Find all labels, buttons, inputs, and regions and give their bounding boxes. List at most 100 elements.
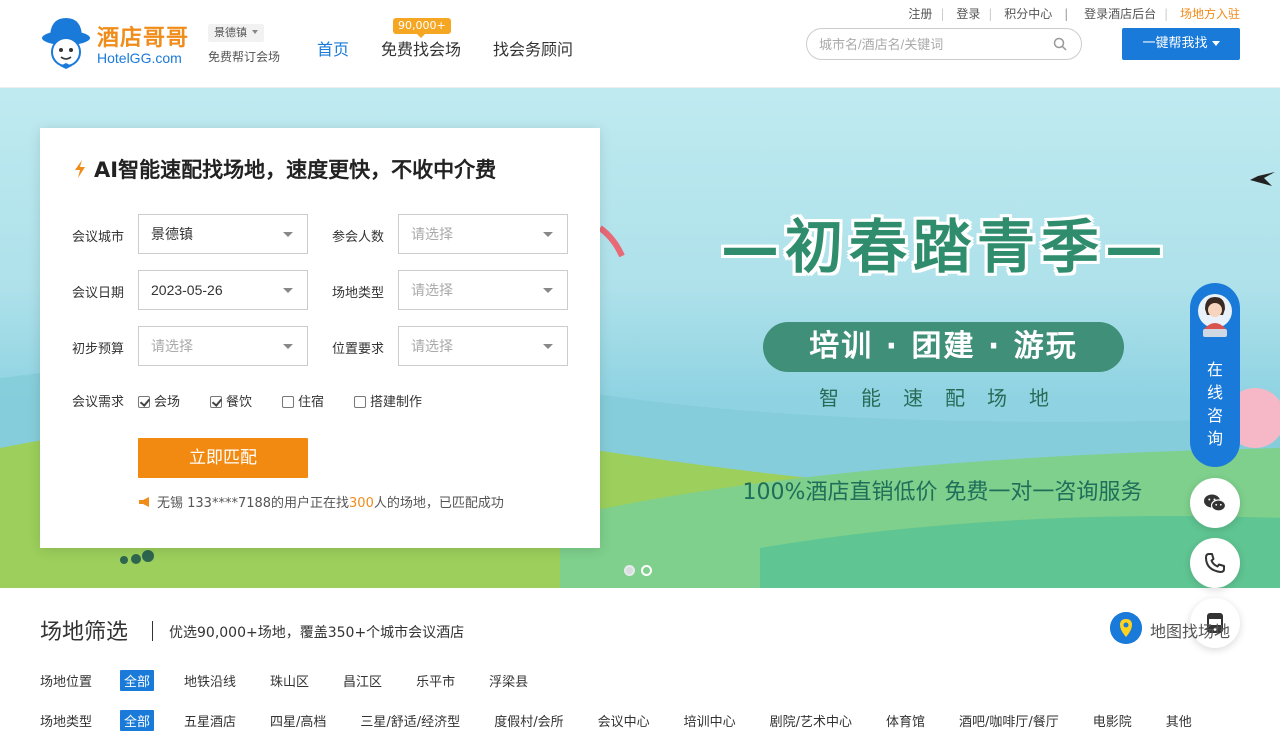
form-title-text: AI智能速配找场地，速度更快，不收中介费 [94, 158, 497, 182]
phone-icon [1205, 553, 1225, 573]
filter-option[interactable]: 度假村/会所 [490, 710, 567, 731]
checkbox-label: 餐饮 [226, 395, 253, 410]
online-consult-button[interactable]: 在 线 咨 询 [1190, 283, 1240, 467]
megaphone-icon [139, 497, 149, 507]
carousel-dot[interactable] [624, 565, 635, 576]
city-selector-label: 景德镇 [214, 26, 247, 39]
chevron-down-icon [543, 232, 553, 237]
filter-option[interactable]: 其他 [1162, 710, 1196, 731]
filter-option[interactable]: 四星/高档 [266, 710, 330, 731]
search-box [806, 28, 1082, 60]
checkbox-label: 住宿 [298, 395, 325, 410]
banner-title: —初春踏青季— [720, 213, 1169, 281]
mascot-icon [42, 18, 90, 69]
filter-option[interactable]: 三星/舒适/经济型 [356, 710, 464, 731]
filter-row-venue-type: 场地类型 全部 五星酒店 四星/高档 三星/舒适/经济型 度假村/会所 会议中心 培训中心 剧院… [40, 710, 1222, 731]
venue-type-select-value: 请选择 [411, 282, 453, 298]
checkbox-unchecked[interactable] [354, 396, 366, 408]
field-label-venue-type: 场地类型 [332, 286, 385, 301]
filter-option[interactable]: 全部 [120, 670, 155, 691]
need-lodging-checkbox[interactable]: 住宿 [282, 391, 324, 410]
wechat-button[interactable] [1190, 478, 1240, 528]
chevron-down-icon [283, 232, 293, 237]
checkbox-checked[interactable] [210, 396, 222, 408]
nav-find-venue[interactable]: 免费找会场 [381, 36, 461, 60]
venue-type-select[interactable]: 请选择 [398, 270, 568, 310]
banner-subtitle: 智能速配场地 [819, 386, 1071, 410]
consult-char: 询 [1206, 429, 1223, 448]
field-label-budget: 初步预算 [72, 342, 125, 357]
nav-home[interactable]: 首页 [317, 36, 349, 60]
chevron-down-icon [543, 344, 553, 349]
checkbox-label: 会场 [154, 395, 181, 410]
filter-option[interactable]: 乐平市 [412, 670, 459, 691]
search-input[interactable] [819, 35, 1049, 53]
filter-option[interactable]: 电影院 [1089, 710, 1136, 731]
banner-pill: 培训 · 团建 · 游玩 [763, 322, 1124, 372]
divider: | [1064, 7, 1069, 21]
filter-row-location: 场地位置 全部 地铁沿线 珠山区 昌江区 乐平市 浮梁县 [40, 670, 558, 691]
agent-avatar-icon [1198, 294, 1232, 337]
map-search-label: 地图找场地 [1150, 622, 1231, 641]
need-catering-checkbox[interactable]: 餐饮 [210, 391, 252, 410]
filter-option[interactable]: 培训中心 [680, 710, 740, 731]
consult-label: 在 线 咨 询 [1206, 358, 1224, 450]
checkbox-label: 搭建制作 [370, 395, 423, 410]
site-logo[interactable]: 酒店哥哥 HotelGG.com [40, 16, 200, 72]
carousel-dot[interactable] [641, 565, 652, 576]
site-header: 酒店哥哥 HotelGG.com 景德镇 免费帮订会场 首页 90,000+ 免… [0, 0, 1280, 88]
search-icon[interactable] [1053, 37, 1067, 51]
attendees-select-value: 请选择 [411, 226, 453, 242]
location-select[interactable]: 请选择 [398, 326, 568, 366]
top-links: 注册 | 登录 | 积分中心 | 登录酒店后台 | 场地方入驻 [908, 5, 1240, 22]
filter-row-label: 场地位置 [40, 675, 93, 690]
filter-option[interactable]: 珠山区 [266, 670, 313, 691]
city-selector[interactable]: 景德镇 [208, 24, 264, 42]
budget-select-value: 请选择 [151, 338, 193, 354]
hotel-backend-link[interactable]: 登录酒店后台 [1084, 5, 1156, 22]
tip-suffix: 人的场地，已匹配成功 [373, 496, 504, 511]
need-venue-checkbox[interactable]: 会场 [138, 391, 180, 410]
budget-select[interactable]: 请选择 [138, 326, 308, 366]
checkbox-checked[interactable] [138, 396, 150, 408]
register-link[interactable]: 注册 [908, 5, 932, 22]
login-link[interactable]: 登录 [956, 5, 980, 22]
location-select-value: 请选择 [411, 338, 453, 354]
phone-button[interactable] [1190, 538, 1240, 588]
filter-option[interactable]: 剧院/艺术中心 [766, 710, 856, 731]
divider: | [988, 7, 993, 21]
venue-match-form: AI智能速配找场地，速度更快，不收中介费 会议城市 景德镇 参会人数 请选择 会… [40, 128, 600, 548]
chevron-down-icon [283, 344, 293, 349]
field-label-city: 会议城市 [72, 230, 125, 245]
filter-option[interactable]: 全部 [120, 710, 155, 731]
points-center-link[interactable]: 积分中心 [1004, 5, 1052, 22]
filter-section-subtitle: 优选90,000+场地，覆盖350+个城市会议酒店 [169, 625, 465, 641]
checkbox-unchecked[interactable] [282, 396, 294, 408]
nav-find-consultant[interactable]: 找会务顾问 [493, 36, 573, 60]
filter-option[interactable]: 昌江区 [339, 670, 386, 691]
filter-row-label: 场地类型 [40, 715, 93, 730]
filter-option[interactable]: 会议中心 [594, 710, 654, 731]
venue-join-link[interactable]: 场地方入驻 [1180, 5, 1240, 22]
field-label-needs: 会议需求 [72, 395, 125, 410]
divider: | [1164, 7, 1169, 21]
help-button-label: 一键帮我找 [1142, 36, 1208, 51]
match-now-button[interactable]: 立即匹配 [138, 438, 308, 478]
filter-section-title: 场地筛选 [40, 620, 129, 645]
date-select[interactable]: 2023-05-26 [138, 270, 308, 310]
city-select[interactable]: 景德镇 [138, 214, 308, 254]
chevron-down-icon [283, 288, 293, 293]
need-build-checkbox[interactable]: 搭建制作 [354, 391, 422, 410]
divider [152, 621, 153, 641]
filter-option[interactable]: 地铁沿线 [180, 670, 240, 691]
filter-option[interactable]: 体育馆 [882, 710, 929, 731]
help-me-find-button[interactable]: 一键帮我找 [1122, 28, 1240, 60]
banner-footer-text: 100%酒店直销低价 免费一对一咨询服务 [742, 480, 1143, 505]
attendees-select[interactable]: 请选择 [398, 214, 568, 254]
filter-option[interactable]: 酒吧/咖啡厅/餐厅 [955, 710, 1063, 731]
form-title: AI智能速配找场地，速度更快，不收中介费 [72, 154, 496, 184]
filter-option[interactable]: 浮梁县 [485, 670, 532, 691]
field-label-attendees: 参会人数 [332, 230, 385, 245]
logo-chinese-text: 酒店哥哥 [97, 26, 190, 51]
filter-option[interactable]: 五星酒店 [180, 710, 240, 731]
